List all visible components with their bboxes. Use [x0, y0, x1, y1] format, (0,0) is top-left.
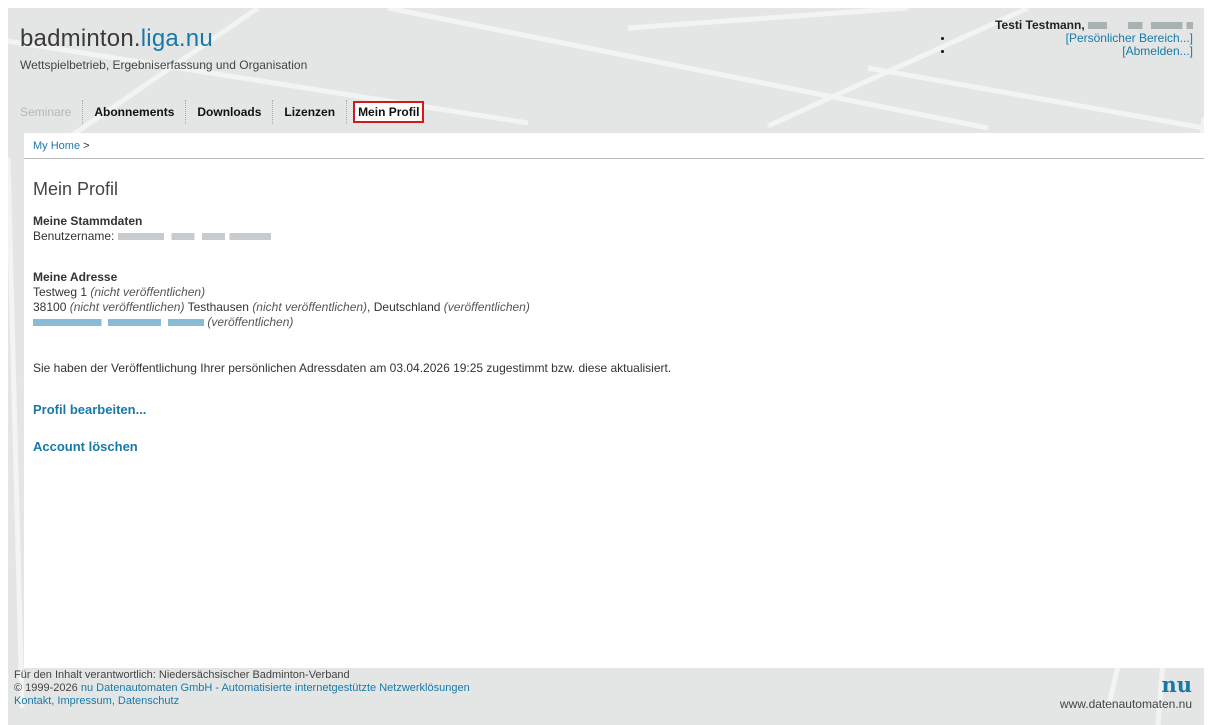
nu-url: www.datenautomaten.nu: [1059, 697, 1192, 711]
address-section: Meine Adresse Testweg 1 (nicht veröffent…: [33, 270, 530, 330]
redacted-email: [1088, 22, 1193, 30]
city-note: (nicht veröffentlichen): [252, 300, 368, 314]
stammdaten-heading: Meine Stammdaten: [33, 214, 143, 228]
tab-lizenzen[interactable]: Lizenzen: [272, 100, 346, 124]
delete-account-link[interactable]: Account löschen: [33, 439, 138, 454]
zip-note: (nicht veröffentlichen): [69, 300, 185, 314]
address-city: Testhausen: [187, 300, 249, 314]
edit-profile-link[interactable]: Profil bearbeiten...: [33, 402, 146, 417]
footer-company-link[interactable]: nu Datenautomaten GmbH - Automatisierte …: [81, 682, 470, 694]
breadcrumb: My Home >: [24, 133, 1204, 159]
address-street: Testweg 1: [33, 285, 88, 299]
address-comma: ,: [367, 300, 371, 314]
user-name: Testi Testmann,: [995, 18, 1085, 32]
address-heading: Meine Adresse: [33, 270, 118, 284]
personal-area-link[interactable]: [Persönlicher Bereich...]: [1066, 31, 1193, 45]
address-country: Deutschland: [373, 300, 441, 314]
username-label: Benutzername:: [33, 229, 115, 243]
main-nav: Seminare Abonnements Downloads Lizenzen …: [8, 97, 430, 124]
footer: Für den Inhalt verantwortlich: Niedersäc…: [14, 669, 470, 708]
footer-copyright: © 1999-2026 nu Datenautomaten GmbH - Aut…: [14, 682, 470, 695]
logout-link[interactable]: [Abmelden...]: [1122, 44, 1193, 58]
main-content: My Home > Mein Profil Meine Stammdaten B…: [24, 133, 1204, 668]
footer-legal-links[interactable]: Kontakt, Impressum, Datenschutz: [14, 695, 179, 707]
user-line: Testi Testmann,: [933, 18, 1193, 32]
footer-responsible: Für den Inhalt verantwortlich: Niedersäc…: [14, 669, 350, 681]
consent-text: Sie haben der Veröffentlichung Ihrer per…: [33, 361, 672, 375]
tab-abonnements[interactable]: Abonnements: [82, 100, 185, 124]
user-box: Testi Testmann, [Persönlicher Bereich...…: [933, 18, 1193, 58]
redacted-username: [117, 233, 271, 241]
site-logo[interactable]: badminton.liga.nu: [20, 25, 213, 53]
redacted-email-link[interactable]: [33, 319, 204, 327]
address-zip: 38100: [33, 300, 67, 314]
tab-mein-profil[interactable]: Mein Profil: [346, 100, 430, 124]
tab-mein-profil-label: Mein Profil: [353, 101, 425, 123]
tab-downloads[interactable]: Downloads: [185, 100, 272, 124]
logo-accent: liga.nu: [140, 25, 213, 52]
page-frame: badminton.liga.nu Wettspielbetrieb, Erge…: [8, 8, 1204, 725]
country-note: (veröffentlichen): [443, 300, 530, 314]
user-link-item: [Abmelden...]: [933, 45, 1193, 58]
nu-logo: nu: [1161, 672, 1192, 697]
tab-seminare: Seminare: [20, 105, 72, 119]
breadcrumb-separator: >: [83, 140, 90, 152]
breadcrumb-home[interactable]: My Home: [33, 140, 80, 152]
footer-copyright-prefix: © 1999-2026: [14, 682, 81, 694]
site-tagline: Wettspielbetrieb, Ergebniserfassung und …: [20, 58, 308, 72]
street-note: (nicht veröffentlichen): [90, 285, 206, 299]
page-title: Mein Profil: [33, 179, 119, 199]
email-note: (veröffentlichen): [207, 315, 294, 329]
logo-main: badminton.: [20, 25, 141, 52]
nu-brand[interactable]: nu www.datenautomaten.nu: [1059, 672, 1192, 711]
user-links: [Persönlicher Bereich...] [Abmelden...]: [933, 32, 1193, 58]
stammdaten-section: Meine Stammdaten Benutzername:: [33, 214, 271, 244]
